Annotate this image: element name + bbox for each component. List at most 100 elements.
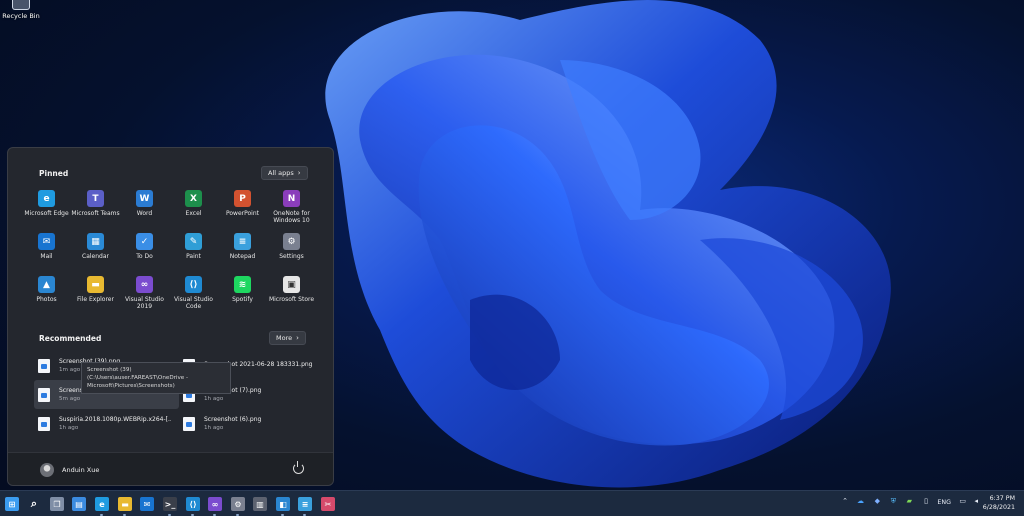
tooltip-line-1: Screenshot (39) (C:\Users\auser.FAREAST\… [87,367,189,381]
teams-tray-icon[interactable]: ◆ [875,497,880,505]
vscode-icon: ⟨⟩ [185,276,202,293]
onenote-icon: N [283,190,300,207]
power-icon[interactable] [293,461,304,474]
volume-icon[interactable]: ◂ [974,497,978,505]
onedrive-icon[interactable]: ☁ [857,497,864,505]
pinned-app-todo[interactable]: ✓ To Do [120,233,169,276]
visual-studio-icon: ∞ [211,499,219,509]
recommended-item[interactable]: Screenshot (6).png 1h ago [179,409,324,438]
pinned-app-label: Microsoft Edge [24,210,69,217]
windows-logo-icon: ⊞ [8,499,16,509]
pinned-app-powerpoint[interactable]: P PowerPoint [218,190,267,233]
more-button[interactable]: More › [269,331,306,345]
settings-taskbar[interactable]: ⚙ [231,497,245,511]
pinned-app-label: OneNote for Windows 10 [273,210,310,224]
widgets-button[interactable]: ▤ [72,497,86,511]
language-indicator[interactable]: ENG [937,499,951,506]
notepad-icon: ≡ [301,499,309,509]
recommended-item-name: Screenshot (6).png [204,416,262,423]
chevron-right-icon: › [297,169,301,177]
pinned-app-label: Excel [185,210,202,217]
vscode-taskbar[interactable]: ⟨⟩ [186,497,200,511]
pinned-app-edge[interactable]: e Microsoft Edge [22,190,71,233]
start-menu-footer: Anduin Xue [8,452,333,485]
recommended-heading: Recommended [39,334,102,343]
start-button[interactable]: ⊞ [5,497,19,511]
search-button[interactable]: ⌕ [27,497,41,511]
store-icon: ▣ [283,276,300,293]
image-file-icon [38,387,50,402]
pinned-app-label: Photos [36,296,57,303]
clock[interactable]: 6:37 PM 6/28/2021 [983,494,1015,512]
recycle-bin-icon [12,0,30,10]
pinned-app-label: Microsoft Teams [71,210,120,217]
visual-studio-taskbar[interactable]: ∞ [208,497,222,511]
notepad-taskbar[interactable]: ≡ [298,497,312,511]
calculator-taskbar[interactable]: ▥ [253,497,267,511]
pinned-heading: Pinned [39,169,69,178]
pinned-app-label: Spotify [232,296,253,303]
pinned-app-notepad[interactable]: ≡ Notepad [218,233,267,276]
recommended-item-time: 1h ago [204,425,224,431]
network-icon[interactable]: ▭ [959,497,966,505]
notepad-icon: ≡ [234,233,251,250]
file-explorer-taskbar[interactable]: ▬ [118,497,132,511]
pinned-app-label: Paint [186,253,201,260]
pinned-app-word[interactable]: W Word [120,190,169,233]
edge-taskbar[interactable]: e [95,497,109,511]
pinned-app-label: Microsoft Store [268,296,315,303]
todo-icon: ✓ [136,233,153,250]
search-icon: ⌕ [30,497,38,510]
folder-icon: ▬ [121,499,129,509]
pinned-app-label: Settings [279,253,304,260]
calendar-icon: ▦ [87,233,104,250]
snip-tool-taskbar[interactable]: ✂ [321,497,335,511]
pinned-app-teams[interactable]: T Microsoft Teams [71,190,120,233]
pinned-app-store[interactable]: ▣ Microsoft Store [267,276,316,319]
clock-time: 6:37 PM [989,495,1015,502]
defender-icon[interactable]: ⛨ [891,497,896,506]
pinned-app-label: Word [136,210,153,217]
widgets-icon: ▤ [75,499,83,509]
pinned-app-label: Mail [40,253,53,260]
all-apps-button[interactable]: All apps › [261,166,308,180]
pinned-app-label: Visual Studio Code [174,296,213,310]
pinned-app-excel[interactable]: X Excel [169,190,218,233]
pinned-app-label: Calendar [82,253,109,260]
nvidia-icon[interactable]: ▰ [907,497,912,505]
chevron-up-icon[interactable]: ⌃ [842,497,848,505]
chevron-right-icon: › [296,334,299,342]
pinned-app-calendar[interactable]: ▦ Calendar [71,233,120,276]
recommended-item-time: 1h ago [59,425,79,431]
edge-icon: e [99,499,105,509]
tooltip-line-2: Microsoft\Pictures\Screenshots) [87,383,175,389]
remote-desktop-taskbar[interactable]: ◧ [276,497,290,511]
mail-taskbar[interactable]: ✉ [140,497,154,511]
battery-icon[interactable]: ▯ [924,497,928,505]
mail-icon: ✉ [38,233,55,250]
recycle-bin[interactable]: Recycle Bin [2,0,40,20]
pinned-app-onenote[interactable]: N OneNote for Windows 10 [267,190,316,233]
recommended-item-time: 1h ago [204,396,224,402]
pinned-app-label: Notepad [229,253,256,260]
pinned-app-folder[interactable]: ▬ File Explorer [71,276,120,319]
powerpoint-icon: P [234,190,251,207]
pinned-app-paint[interactable]: ✎ Paint [169,233,218,276]
settings-icon: ⚙ [234,499,242,509]
task-view-button[interactable]: ❐ [50,497,64,511]
recommended-item[interactable]: Suspiria.2018.1080p.WEBRip.x264-[... 1h a… [34,409,179,438]
photos-icon: ▲ [38,276,55,293]
paint-icon: ✎ [185,233,202,250]
snip-icon: ✂ [324,499,332,509]
avatar[interactable] [40,463,54,477]
user-name[interactable]: Anduin Xue [62,466,99,474]
pinned-app-vscode[interactable]: ⟨⟩ Visual Studio Code [169,276,218,319]
pinned-app-visual-studio[interactable]: ∞ Visual Studio 2019 [120,276,169,319]
pinned-app-spotify[interactable]: ≋ Spotify [218,276,267,319]
pinned-app-photos[interactable]: ▲ Photos [22,276,71,319]
pinned-app-label: Visual Studio 2019 [125,296,164,310]
pinned-app-settings[interactable]: ⚙ Settings [267,233,316,276]
terminal-taskbar[interactable]: >_ [163,497,177,511]
pinned-apps-grid: e Microsoft Edge T Microsoft Teams W Word X Exc… [22,190,322,319]
pinned-app-mail[interactable]: ✉ Mail [22,233,71,276]
